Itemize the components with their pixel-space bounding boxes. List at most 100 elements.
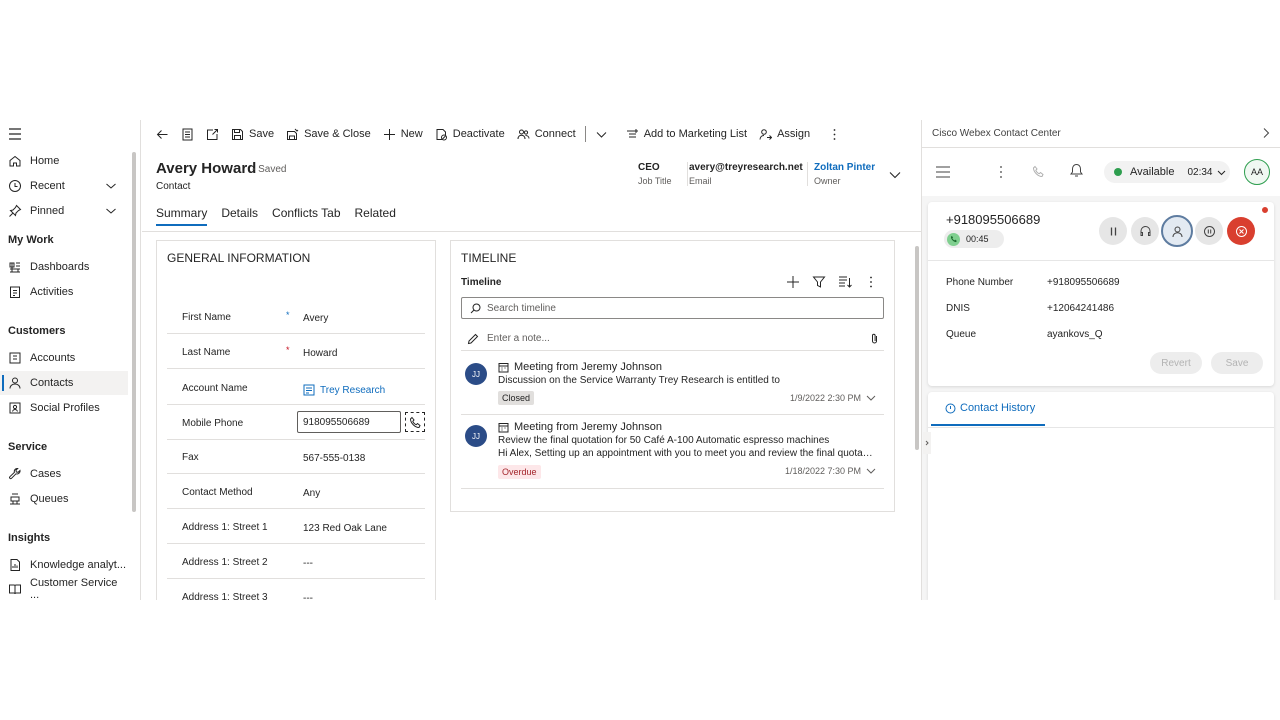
chevron-down-icon[interactable]: [105, 180, 117, 192]
consult-button[interactable]: [1131, 217, 1159, 245]
chevron-down-icon: [596, 131, 607, 138]
sitemap-item-recent[interactable]: Recent: [0, 174, 128, 198]
form-scrollbar[interactable]: [915, 246, 919, 450]
more-vertical-icon[interactable]: [998, 165, 1004, 179]
open-new-window-button[interactable]: [200, 120, 225, 148]
timeline-activity[interactable]: JJ Meeting from Jeremy Johnson Review th…: [461, 417, 884, 489]
tab-summary[interactable]: Summary: [156, 206, 208, 226]
tab-details[interactable]: Details: [221, 206, 258, 226]
back-button[interactable]: [150, 120, 175, 148]
filter-icon[interactable]: [812, 275, 826, 289]
revert-button[interactable]: Revert: [1150, 352, 1202, 374]
form-icon: [182, 128, 193, 140]
field-contact-method: Contact Method Any: [167, 474, 425, 509]
avatar: JJ: [465, 363, 487, 385]
deactivate-label: Deactivate: [452, 128, 505, 140]
new-button[interactable]: New: [377, 120, 429, 148]
chevron-down-icon[interactable]: [866, 393, 876, 403]
job-title-value: CEO: [638, 162, 660, 173]
chevron-right-icon[interactable]: [1260, 127, 1272, 139]
save-close-button[interactable]: Save & Close: [280, 120, 377, 148]
connect-dropdown-button[interactable]: [589, 120, 614, 148]
add-to-marketing-list-button[interactable]: Add to Marketing List: [620, 120, 753, 148]
last-name-value[interactable]: Howard: [303, 348, 337, 359]
sort-icon[interactable]: [838, 275, 852, 289]
call-phone-icon: [947, 232, 960, 246]
bell-icon[interactable]: [1069, 163, 1084, 178]
sitemap-item-customer-service[interactable]: Customer Service ...: [0, 577, 128, 600]
sitemap-item-activities[interactable]: Activities: [0, 280, 128, 304]
side-panel-title: Cisco Webex Contact Center: [932, 128, 1061, 139]
home-icon: [9, 155, 21, 167]
form-view-button[interactable]: [175, 120, 200, 148]
first-name-value[interactable]: Avery: [303, 313, 328, 324]
user-avatar[interactable]: AA: [1244, 159, 1270, 185]
sitemap-item-accounts[interactable]: Accounts: [0, 346, 128, 370]
sitemap-item-pinned[interactable]: Pinned: [0, 199, 128, 223]
street-2-value[interactable]: ---: [303, 558, 313, 569]
sitemap-item-contacts[interactable]: Contacts: [0, 371, 128, 395]
timeline-search-input[interactable]: Search timeline: [461, 297, 884, 319]
sitemap-label: Queues: [30, 493, 69, 505]
field-mobile-phone: Mobile Phone 918095506689: [167, 405, 425, 440]
agent-status: Available: [1130, 166, 1175, 178]
activity-date: 1/18/2022 7:30 PM: [785, 466, 876, 476]
menu-icon[interactable]: [935, 165, 951, 179]
phone-icon[interactable]: [1032, 165, 1045, 178]
sitemap-item-social-profiles[interactable]: Social Profiles: [0, 396, 128, 420]
fax-value[interactable]: 567-555-0138: [303, 453, 365, 464]
chevron-down-icon[interactable]: [105, 205, 117, 217]
contact-method-value[interactable]: Any: [303, 488, 320, 499]
record-pause-button[interactable]: [1195, 217, 1223, 245]
street-3-value[interactable]: ---: [303, 593, 313, 600]
street-1-value[interactable]: 123 Red Oak Lane: [303, 523, 387, 534]
account-icon: [303, 384, 315, 396]
info-clock-icon: [945, 403, 956, 413]
assign-button[interactable]: Assign: [753, 120, 816, 148]
field-label: Last Name: [182, 347, 231, 358]
attachment-icon[interactable]: [869, 333, 880, 345]
timeline-activity[interactable]: JJ Meeting from Jeremy Johnson Discussio…: [461, 357, 884, 415]
hold-button[interactable]: [1099, 217, 1127, 245]
calendar-icon: [498, 362, 509, 372]
chevron-down-icon[interactable]: [866, 466, 876, 476]
profile-card-icon: [9, 402, 21, 414]
account-link[interactable]: Trey Research: [303, 384, 385, 396]
sitemap-scrollbar[interactable]: [132, 152, 136, 512]
hamburger-icon[interactable]: [8, 127, 24, 141]
tab-contact-history[interactable]: Contact History: [931, 392, 1045, 426]
plus-icon[interactable]: [786, 275, 800, 289]
sitemap-item-dashboards[interactable]: Dashboards: [0, 255, 128, 279]
email-value[interactable]: avery@treyresearch.net: [689, 162, 803, 173]
sitemap-item-knowledge-analytics[interactable]: Knowledge analyt...: [0, 553, 128, 577]
book-icon: [9, 584, 21, 595]
tab-related[interactable]: Related: [355, 206, 396, 226]
owner-label: Owner: [814, 176, 841, 186]
note-input[interactable]: Enter a note...: [461, 327, 884, 351]
more-commands-button[interactable]: [822, 120, 847, 148]
activity-description: Review the final quotation for 50 Café A…: [498, 435, 830, 446]
panel-resize-handle[interactable]: [923, 432, 931, 454]
end-call-icon: [1235, 225, 1247, 237]
sitemap-label: Recent: [30, 180, 65, 192]
connect-button[interactable]: Connect: [511, 120, 582, 148]
tab-conflicts[interactable]: Conflicts Tab: [272, 206, 340, 226]
sitemap-item-queues[interactable]: Queues: [0, 487, 128, 511]
sitemap-item-home[interactable]: Home: [0, 149, 128, 173]
save-button[interactable]: Save: [225, 120, 280, 148]
field-first-name: First Name * Avery: [167, 299, 425, 334]
agent-status-dropdown[interactable]: Available 02:34: [1104, 161, 1230, 183]
owner-link[interactable]: Zoltan Pinter: [814, 162, 875, 173]
save-button[interactable]: Save: [1211, 352, 1263, 374]
activity-date-text: 1/18/2022 7:30 PM: [784, 466, 861, 476]
expand-header-icon[interactable]: [888, 168, 902, 182]
deactivate-button[interactable]: Deactivate: [429, 120, 511, 148]
more-vertical-icon[interactable]: [864, 275, 878, 289]
field-label: Phone Number: [946, 277, 1014, 288]
end-call-button[interactable]: [1227, 217, 1255, 245]
mobile-phone-input[interactable]: 918095506689: [297, 411, 401, 433]
sitemap-item-cases[interactable]: Cases: [0, 462, 128, 486]
transfer-button[interactable]: [1161, 215, 1193, 247]
activity-title-text: Meeting from Jeremy Johnson: [514, 361, 662, 373]
dial-button[interactable]: [405, 412, 425, 432]
